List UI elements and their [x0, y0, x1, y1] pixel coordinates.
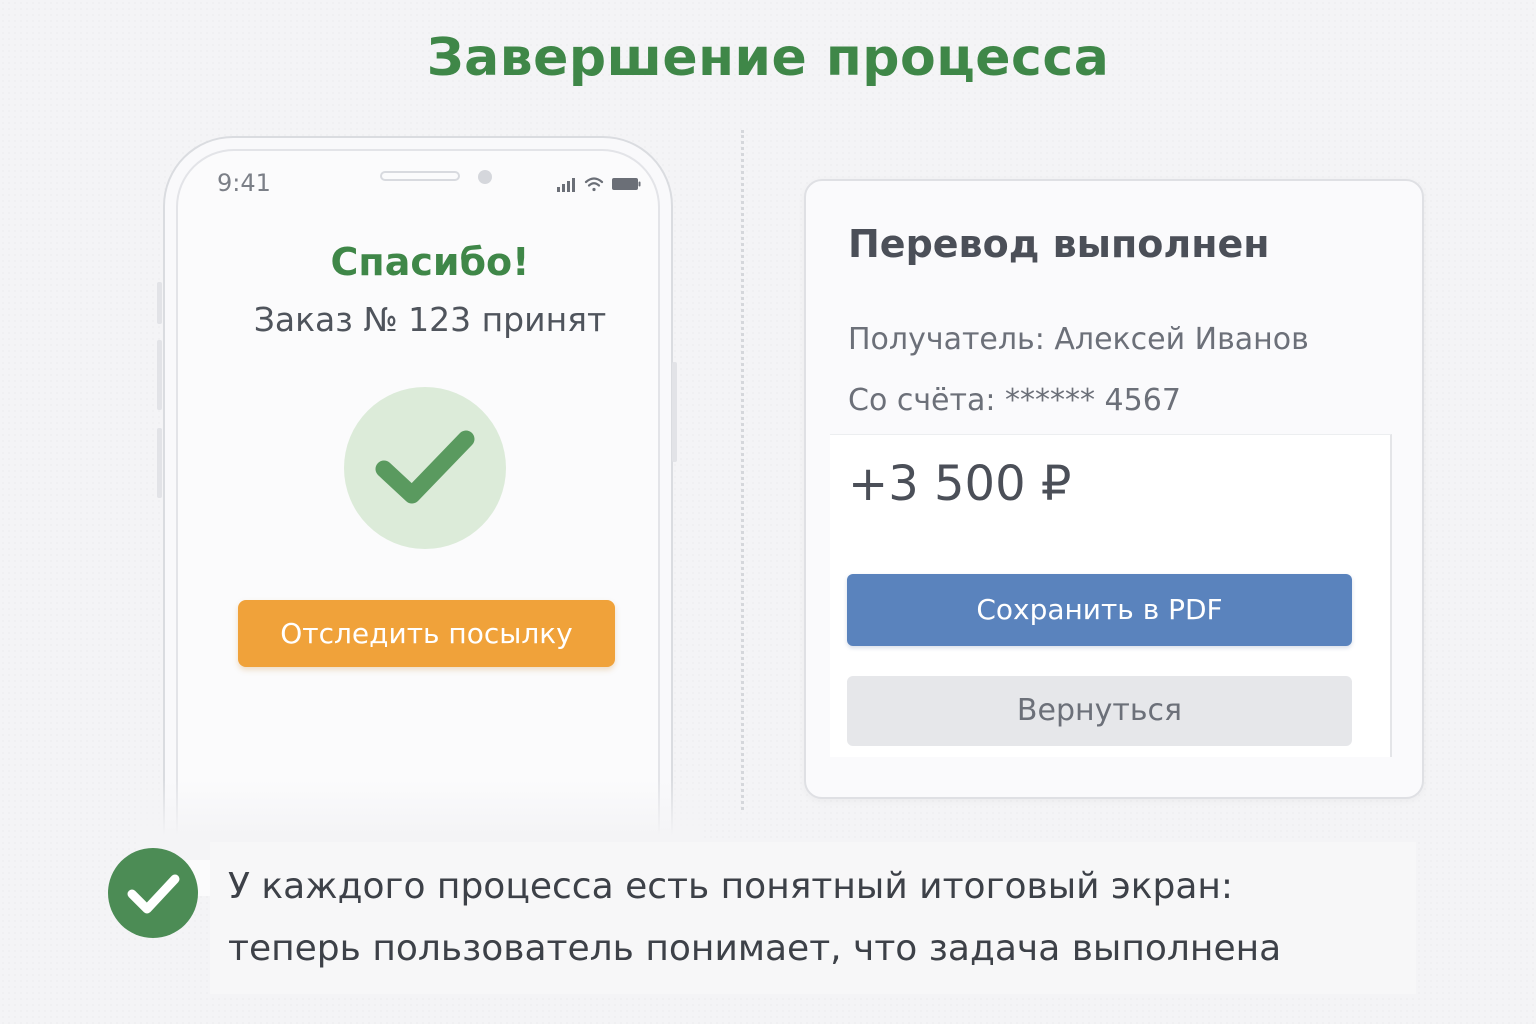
section-divider [741, 130, 744, 810]
phone-side-button [157, 282, 162, 324]
transfer-amount: +3 500 ₽ [848, 456, 1072, 512]
phone-speaker [380, 171, 460, 181]
phone-volume-up-button [157, 340, 162, 410]
signal-icon [557, 178, 575, 192]
checkmark-icon [127, 874, 180, 914]
summary-line-1: У каждого процесса есть понятный итоговы… [228, 866, 1234, 907]
wifi-icon [584, 177, 604, 192]
status-bar-time: 9:41 [217, 169, 271, 197]
checkmark-circle-icon [108, 848, 198, 938]
track-package-button[interactable]: Отследить посылку [238, 600, 615, 667]
success-check-badge [344, 387, 506, 549]
status-bar-icons [557, 177, 641, 192]
recipient-text: Получатель: Алексей Иванов [848, 322, 1309, 357]
checkmark-icon [375, 430, 475, 504]
account-text: Со счёта: ****** 4567 [848, 383, 1181, 418]
phone-volume-down-button [157, 428, 162, 498]
summary-note [210, 842, 1416, 994]
phone-power-button [672, 362, 677, 462]
page-title: Завершение процесса [426, 28, 1110, 88]
order-accepted-text: Заказ № 123 принят [253, 300, 607, 339]
save-pdf-button[interactable]: Сохранить в PDF [847, 574, 1352, 646]
transfer-title: Перевод выполнен [848, 222, 1270, 266]
battery-icon [612, 178, 641, 190]
summary-line-2: теперь пользователь понимает, что задача… [228, 928, 1282, 969]
thank-you-heading: Спасибо! [330, 240, 530, 284]
phone-camera [478, 170, 492, 184]
go-back-button[interactable]: Вернуться [847, 676, 1352, 746]
